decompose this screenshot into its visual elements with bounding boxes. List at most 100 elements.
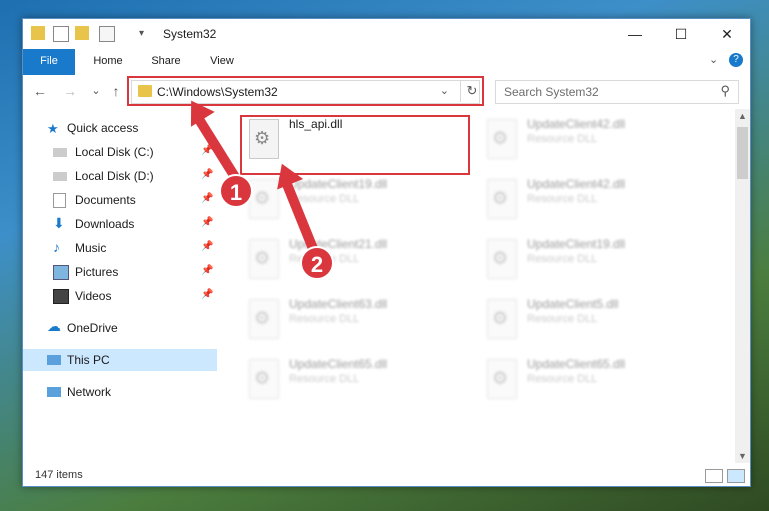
- item-count: 147 items: [35, 469, 83, 481]
- recent-locations-button[interactable]: ⌄: [87, 83, 105, 99]
- window-title: System32: [163, 27, 217, 41]
- pin-icon: 📌: [201, 241, 214, 252]
- ribbon-tabs: File Home Share View ⌄ ?: [23, 49, 750, 101]
- sidebar-item-label: Network: [67, 385, 112, 399]
- dll-file-icon: [249, 359, 279, 399]
- up-button[interactable]: ↑: [107, 83, 125, 99]
- pictures-icon: [53, 265, 69, 280]
- drive-icon: [53, 172, 67, 181]
- scrollbar-thumb[interactable]: [737, 127, 748, 179]
- sidebar-item-label: Music: [75, 241, 107, 255]
- tab-share[interactable]: Share: [141, 49, 191, 73]
- navigation-pane: ★ Quick access Local Disk (C:) 📌 Local D…: [23, 109, 217, 469]
- new-folder-icon[interactable]: [75, 26, 89, 40]
- vertical-scrollbar[interactable]: ▲ ▼: [735, 109, 750, 463]
- videos-icon: [53, 289, 69, 304]
- large-icons-view-icon[interactable]: [727, 469, 745, 483]
- file-name: UpdateClient65.dll: [527, 357, 626, 371]
- music-icon: ♪: [53, 239, 60, 255]
- sidebar-item-label: Quick access: [67, 121, 139, 135]
- file-type: Resource DLL: [289, 373, 360, 385]
- sidebar-item-pictures[interactable]: Pictures 📌: [23, 261, 217, 283]
- downloads-icon: ⬇: [53, 215, 65, 231]
- star-icon: ★: [47, 121, 59, 136]
- sidebar-item-music[interactable]: ♪ Music 📌: [23, 237, 217, 259]
- file-name: UpdateClient19.dll: [289, 177, 388, 191]
- file-type: Resource DLL: [527, 133, 598, 145]
- network-icon: [47, 387, 61, 397]
- pin-icon: 📌: [201, 289, 214, 300]
- sidebar-item-label: Pictures: [75, 265, 119, 279]
- sidebar-item-documents[interactable]: Documents 📌: [23, 189, 217, 211]
- documents-icon: [53, 193, 66, 208]
- computer-icon: [47, 355, 61, 365]
- search-placeholder: Search System32: [504, 85, 599, 99]
- file-type: Resource DLL: [527, 313, 598, 325]
- toolbar-dropdown-icon[interactable]: ▾: [139, 28, 144, 39]
- tab-view[interactable]: View: [199, 49, 245, 73]
- sidebar-item-label: Videos: [75, 289, 112, 303]
- dll-file-icon: [487, 299, 517, 339]
- pin-icon: 📌: [201, 169, 214, 180]
- file-item[interactable]: UpdateClient5.dll Resource DLL: [479, 293, 705, 345]
- file-type: Resource DLL: [527, 253, 598, 265]
- file-item[interactable]: UpdateClient42.dll Resource DLL: [479, 113, 705, 165]
- step-marker-1: 1: [219, 174, 253, 208]
- sidebar-item-network[interactable]: Network: [23, 381, 217, 403]
- back-button[interactable]: ←: [31, 83, 49, 99]
- file-item[interactable]: UpdateClient65.dll Resource DLL: [241, 353, 467, 405]
- search-input[interactable]: Search System32 ⚲: [495, 80, 739, 104]
- file-item[interactable]: UpdateClient65.dll Resource DLL: [479, 353, 705, 405]
- search-icon[interactable]: ⚲: [720, 83, 730, 99]
- file-name: UpdateClient42.dll: [527, 117, 626, 131]
- file-name: UpdateClient19.dll: [527, 237, 626, 251]
- sidebar-item-label: OneDrive: [67, 321, 118, 335]
- sidebar-item-videos[interactable]: Videos 📌: [23, 285, 217, 307]
- file-item[interactable]: UpdateClient63.dll Resource DLL: [241, 293, 467, 345]
- title-bar: ▾ System32 — ☐ ✕: [23, 19, 750, 49]
- file-type: Resource DLL: [289, 313, 360, 325]
- properties-icon[interactable]: [53, 26, 69, 42]
- forward-button[interactable]: →: [61, 83, 79, 99]
- drive-icon: [53, 148, 67, 157]
- scroll-down-icon[interactable]: ▼: [735, 449, 750, 463]
- quick-access-toolbar-icon[interactable]: [99, 26, 115, 42]
- pin-icon: 📌: [201, 217, 214, 228]
- dll-file-icon: [249, 239, 279, 279]
- file-item[interactable]: UpdateClient21.dll Resource DLL: [241, 233, 467, 285]
- cloud-icon: ☁: [47, 318, 61, 334]
- sidebar-item-onedrive[interactable]: ☁ OneDrive: [23, 317, 217, 339]
- sidebar-item-label: Documents: [75, 193, 136, 207]
- dll-file-icon: [487, 179, 517, 219]
- dll-file-icon: [249, 299, 279, 339]
- file-name: UpdateClient5.dll: [527, 297, 619, 311]
- ribbon-collapse-icon[interactable]: ⌄: [709, 53, 718, 66]
- sidebar-item-local-disk-c[interactable]: Local Disk (C:) 📌: [23, 141, 217, 163]
- file-name: UpdateClient65.dll: [289, 357, 388, 371]
- file-type: Resource DLL: [527, 193, 598, 205]
- sidebar-item-this-pc[interactable]: This PC: [23, 349, 217, 371]
- sidebar-item-label: Local Disk (D:): [75, 169, 154, 183]
- sidebar-item-downloads[interactable]: ⬇ Downloads 📌: [23, 213, 217, 235]
- address-bar-highlight: [127, 76, 484, 106]
- minimize-button[interactable]: —: [612, 19, 658, 49]
- help-icon[interactable]: ?: [729, 53, 743, 67]
- sidebar-item-label: Downloads: [75, 217, 135, 231]
- details-view-icon[interactable]: [705, 469, 723, 483]
- close-button[interactable]: ✕: [704, 19, 750, 49]
- sidebar-item-local-disk-d[interactable]: Local Disk (D:) 📌: [23, 165, 217, 187]
- tab-home[interactable]: Home: [83, 49, 133, 73]
- folder-icon: [31, 26, 45, 40]
- scroll-up-icon[interactable]: ▲: [735, 109, 750, 123]
- dll-file-icon: [487, 119, 517, 159]
- status-bar: 147 items: [23, 467, 750, 485]
- dll-file-icon: [487, 239, 517, 279]
- dll-file-icon: [487, 359, 517, 399]
- file-name: UpdateClient42.dll: [527, 177, 626, 191]
- sidebar-item-label: This PC: [67, 353, 110, 367]
- file-item[interactable]: UpdateClient19.dll Resource DLL: [479, 233, 705, 285]
- pin-icon: 📌: [201, 193, 214, 204]
- maximize-button[interactable]: ☐: [658, 19, 704, 49]
- file-item[interactable]: UpdateClient42.dll Resource DLL: [479, 173, 705, 225]
- sidebar-item-label: Local Disk (C:): [75, 145, 154, 159]
